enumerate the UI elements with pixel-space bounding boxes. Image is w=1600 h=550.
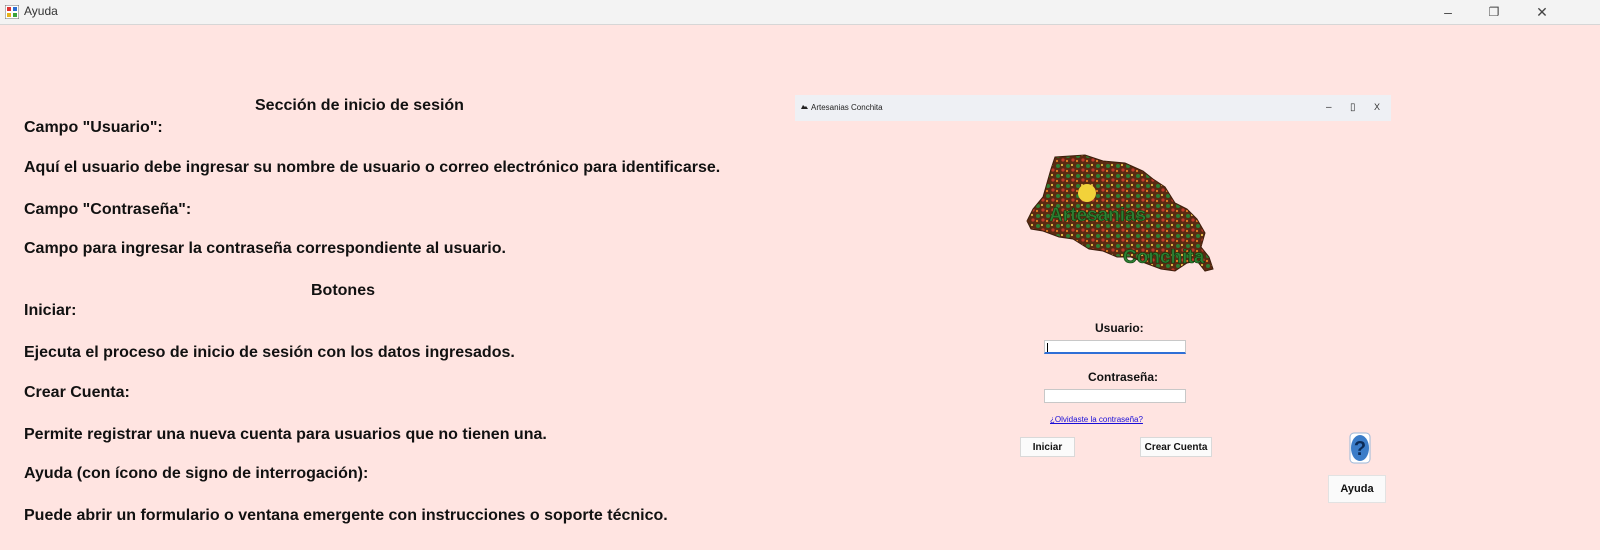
- usuario-input[interactable]: [1044, 340, 1186, 354]
- restore-button[interactable]: ❐: [1472, 0, 1516, 24]
- title-bar: Ayuda – ❐ ✕: [0, 0, 1600, 25]
- iniciar-button[interactable]: Iniciar: [1020, 437, 1075, 457]
- contrasena-input[interactable]: [1044, 389, 1186, 403]
- label-ayuda: Ayuda (con ícono de signo de interrogaci…: [24, 465, 369, 482]
- label-crear-cuenta: Crear Cuenta:: [24, 384, 130, 401]
- preview-minimize-icon: –: [1326, 102, 1332, 113]
- desc-campo-usuario: Aquí el usuario debe ingresar su nombre …: [24, 159, 721, 176]
- label-campo-contrasena: Campo "Contraseña":: [24, 201, 192, 218]
- login-window-preview: Artesanias Conchita – ▯ X Artesanias Con…: [795, 95, 1391, 515]
- crear-cuenta-button[interactable]: Crear Cuenta: [1140, 437, 1212, 457]
- minimize-icon: –: [1444, 4, 1452, 20]
- label-campo-usuario: Campo "Usuario":: [24, 119, 163, 136]
- label-iniciar: Iniciar:: [24, 302, 77, 319]
- preview-app-icon: [801, 105, 808, 109]
- preview-window-title: Artesanias Conchita: [811, 103, 883, 112]
- close-icon: ✕: [1536, 3, 1548, 20]
- desc-ayuda: Puede abrir un formulario o ventana emer…: [24, 507, 668, 524]
- svg-text:?: ?: [1354, 438, 1366, 460]
- close-button[interactable]: ✕: [1520, 0, 1564, 24]
- desc-campo-contrasena: Campo para ingresar la contraseña corres…: [24, 240, 506, 257]
- minimize-button[interactable]: –: [1426, 0, 1470, 24]
- window-title: Ayuda: [24, 4, 58, 18]
- usuario-label: Usuario:: [1095, 321, 1144, 335]
- heading-botones: Botones: [311, 282, 375, 299]
- logo-text-artesanias: Artesanias: [1049, 205, 1146, 226]
- question-mark-icon[interactable]: ?: [1349, 432, 1371, 464]
- forgot-password-link[interactable]: ¿Olvidaste la contraseña?: [1050, 415, 1143, 424]
- preview-maximize-icon: ▯: [1350, 102, 1356, 113]
- contrasena-label: Contraseña:: [1088, 370, 1159, 384]
- artesanias-conchita-logo: Artesanias Conchita: [1026, 154, 1214, 272]
- text-caret: [1047, 343, 1048, 352]
- preview-close-icon: X: [1374, 102, 1381, 112]
- ayuda-button[interactable]: Ayuda: [1328, 475, 1386, 503]
- restore-icon: ❐: [1488, 5, 1500, 19]
- desc-crear-cuenta: Permite registrar una nueva cuenta para …: [24, 426, 547, 443]
- app-icon: [5, 5, 19, 19]
- desc-iniciar: Ejecuta el proceso de inicio de sesión c…: [24, 344, 515, 361]
- preview-title-bar: Artesanias Conchita – ▯ X: [795, 95, 1391, 121]
- logo-text-conchita: Conchita: [1123, 247, 1205, 268]
- heading-login-section: Sección de inicio de sesión: [255, 97, 464, 114]
